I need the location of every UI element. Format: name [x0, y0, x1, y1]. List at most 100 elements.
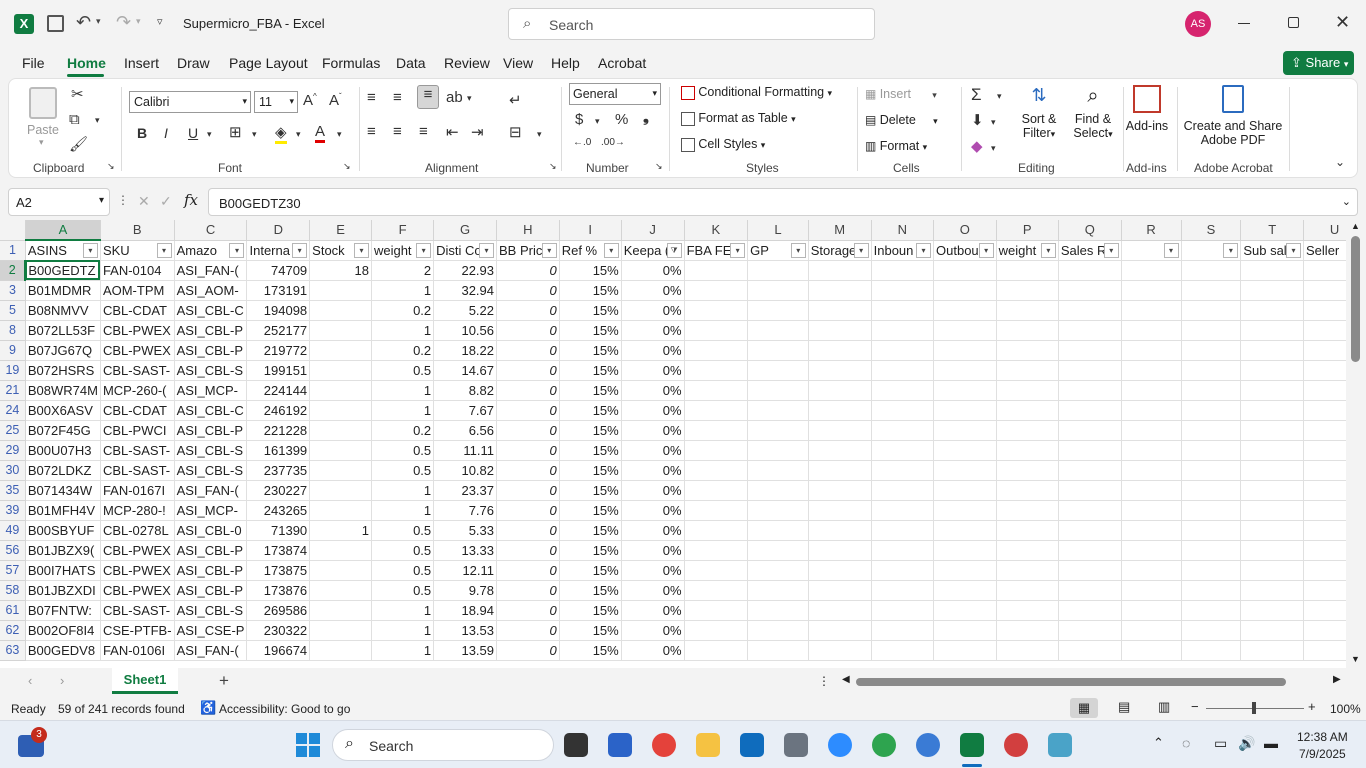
cell[interactable]: [871, 320, 935, 341]
cell[interactable]: [871, 360, 935, 381]
cell[interactable]: 74709: [246, 260, 311, 281]
borders-icon[interactable]: ⊞: [229, 123, 242, 141]
scroll-left-icon[interactable]: ◀: [842, 674, 850, 685]
collapse-ribbon-icon[interactable]: ⌄: [1335, 155, 1345, 169]
cell[interactable]: B01MFH4V: [25, 500, 101, 521]
paste-dropdown-icon[interactable]: ▾: [39, 137, 44, 148]
cell[interactable]: 15%: [559, 460, 622, 481]
cell[interactable]: 15%: [559, 580, 622, 601]
redo-icon[interactable]: ↷: [116, 12, 131, 33]
column-header-l[interactable]: L: [747, 220, 809, 241]
tab-acrobat[interactable]: Acrobat: [598, 55, 646, 71]
italic-button[interactable]: I: [164, 125, 168, 141]
cell[interactable]: 15%: [559, 260, 622, 281]
cell[interactable]: [808, 300, 872, 321]
cell[interactable]: 32.94: [433, 280, 498, 301]
cell[interactable]: [1181, 300, 1242, 321]
align-left-icon[interactable]: ≡: [367, 123, 376, 140]
column-header-b[interactable]: B: [100, 220, 175, 241]
undo-dropdown-icon[interactable]: ▾: [96, 16, 101, 27]
cell[interactable]: 14.67: [433, 360, 498, 381]
cell[interactable]: 219772: [246, 340, 311, 361]
tab-help[interactable]: Help: [551, 55, 580, 71]
cell[interactable]: [1181, 580, 1242, 601]
cell[interactable]: [871, 280, 935, 301]
cell[interactable]: [808, 420, 872, 441]
cell[interactable]: [996, 300, 1059, 321]
column-header-k[interactable]: K: [684, 220, 749, 241]
font-size-select[interactable]: 11 ▾: [254, 91, 298, 113]
cell[interactable]: B00SBYUF: [25, 520, 101, 541]
cell[interactable]: 6.56: [433, 420, 498, 441]
find-select-button[interactable]: ⌕ Find & Select▾: [1067, 85, 1119, 140]
column-header-j[interactable]: J: [621, 220, 685, 241]
cell[interactable]: [1240, 480, 1305, 501]
cell[interactable]: [871, 620, 935, 641]
filter-dropdown-icon[interactable]: ▾: [1223, 242, 1239, 258]
cell[interactable]: [1240, 400, 1305, 421]
cell[interactable]: [1121, 620, 1182, 641]
row-header[interactable]: 35: [0, 480, 26, 501]
cell[interactable]: ASI_MCP-: [174, 500, 248, 521]
table-header-cell[interactable]: Sales R ▾: [1058, 240, 1122, 261]
cell[interactable]: 0: [496, 280, 560, 301]
cell[interactable]: [684, 360, 749, 381]
cell[interactable]: B01JBZXDI: [25, 580, 101, 601]
column-header-g[interactable]: G: [433, 220, 498, 241]
cell[interactable]: 0: [496, 500, 560, 521]
row-header[interactable]: 5: [0, 300, 26, 321]
cell[interactable]: FAN-0106I: [100, 640, 175, 661]
cell[interactable]: [684, 640, 749, 661]
row-header[interactable]: 57: [0, 560, 26, 581]
cell[interactable]: [1240, 340, 1305, 361]
cell[interactable]: 1: [371, 600, 435, 621]
orientation-icon[interactable]: ab: [446, 89, 463, 106]
cell[interactable]: [933, 380, 997, 401]
undo-icon[interactable]: ↶: [76, 12, 91, 33]
cell[interactable]: 18.94: [433, 600, 498, 621]
cell[interactable]: 0%: [621, 580, 685, 601]
cell[interactable]: [1121, 380, 1182, 401]
cell[interactable]: [933, 500, 997, 521]
battery-icon[interactable]: ▬: [1264, 735, 1278, 751]
cell[interactable]: B07FNTW:: [25, 600, 101, 621]
filter-dropdown-icon[interactable]: ▾: [479, 242, 495, 258]
tab-page-layout[interactable]: Page Layout: [229, 55, 308, 71]
cell[interactable]: [1240, 280, 1305, 301]
cell[interactable]: [933, 640, 997, 661]
redo-dropdown-icon[interactable]: ▾: [136, 16, 141, 27]
cell[interactable]: [1181, 360, 1242, 381]
cell[interactable]: 15%: [559, 300, 622, 321]
cell[interactable]: [1121, 640, 1182, 661]
cell[interactable]: 15%: [559, 520, 622, 541]
share-button[interactable]: ⇪ Share ▾: [1283, 51, 1354, 75]
cell[interactable]: [1058, 600, 1122, 621]
cell[interactable]: [747, 380, 809, 401]
chrome-icon[interactable]: [652, 733, 676, 757]
cancel-entry-icon[interactable]: ✕: [138, 193, 150, 210]
cell[interactable]: [996, 320, 1059, 341]
cell[interactable]: [996, 360, 1059, 381]
taskbar-search[interactable]: ⌕ Search: [332, 729, 554, 761]
cell[interactable]: 7.76: [433, 500, 498, 521]
cell[interactable]: ASI_CBL-C: [174, 300, 248, 321]
table-header-cell[interactable]: Interna ▾: [246, 240, 311, 261]
cell[interactable]: B072F45G: [25, 420, 101, 441]
cell[interactable]: [684, 600, 749, 621]
cell[interactable]: [808, 560, 872, 581]
cell[interactable]: 0: [496, 440, 560, 461]
cell[interactable]: 15%: [559, 480, 622, 501]
cell[interactable]: 0: [496, 620, 560, 641]
cell[interactable]: [1181, 400, 1242, 421]
scroll-down-icon[interactable]: ▼: [1351, 654, 1360, 664]
column-header-c[interactable]: C: [174, 220, 248, 241]
cell[interactable]: [933, 620, 997, 641]
cell[interactable]: 230322: [246, 620, 311, 641]
row-header[interactable]: 63: [0, 640, 26, 661]
row-header[interactable]: 2: [0, 260, 27, 281]
cell[interactable]: [1240, 320, 1305, 341]
cell[interactable]: [684, 480, 749, 501]
cell[interactable]: [1058, 440, 1122, 461]
filter-dropdown-icon[interactable]: ▾: [853, 242, 869, 258]
table-header-cell[interactable]: Stock ▾: [309, 240, 372, 261]
